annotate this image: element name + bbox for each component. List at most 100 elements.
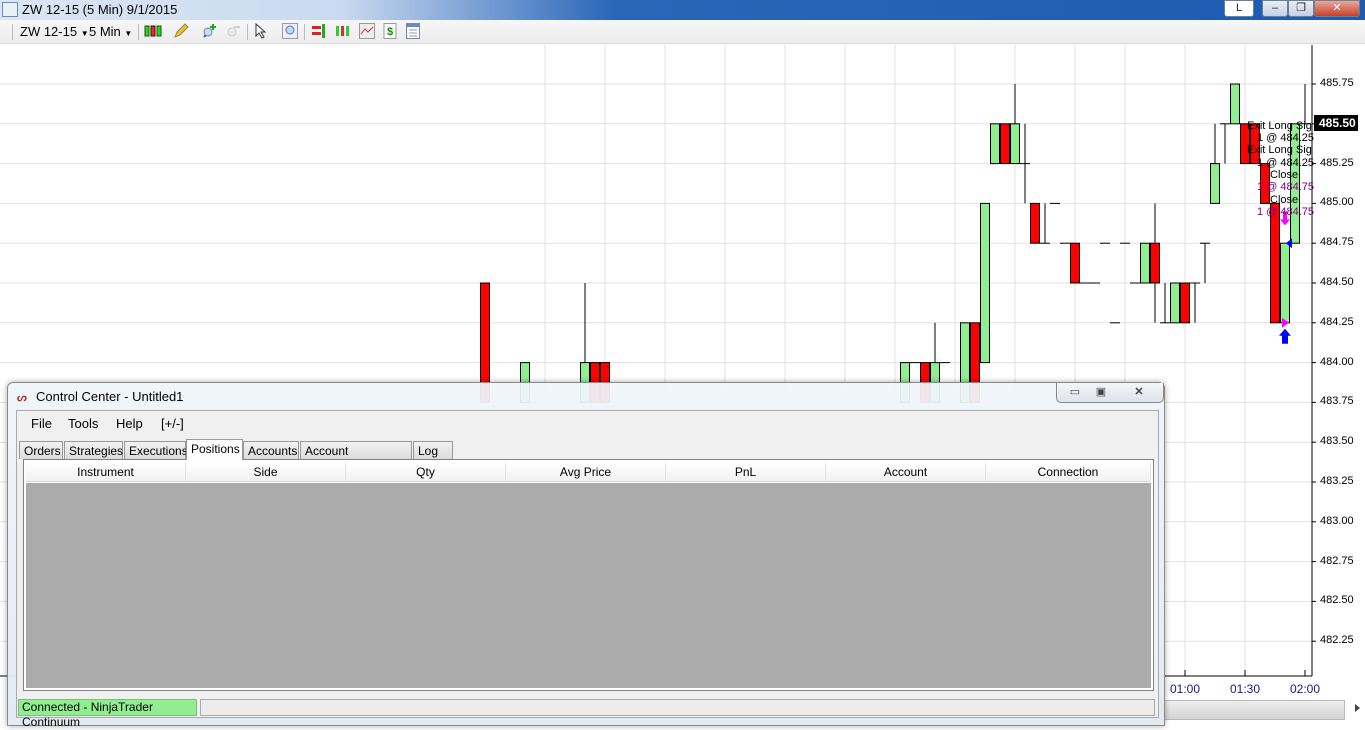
y-axis-label: 484.75 (1320, 236, 1354, 249)
svg-text:$: $ (387, 26, 393, 38)
chart-toolbar: ZW 12-15 ▼ 5 Min ▼ $ (0, 20, 1365, 44)
toolbar-divider (12, 24, 13, 40)
tab-account-performance[interactable]: Account Performance (300, 441, 412, 472)
toolbar-divider (304, 24, 305, 40)
tab-executions[interactable]: Executions (124, 441, 188, 459)
candle-up (1230, 83, 1240, 125)
window-controls: ▭ ▣ ✕ (1056, 383, 1164, 403)
tab-orders[interactable]: Orders (19, 441, 63, 459)
scroll-right-arrow-icon[interactable] (1355, 704, 1360, 712)
layout-button[interactable]: L (1224, 0, 1254, 17)
zoom-out-icon[interactable] (225, 23, 241, 39)
candle-down (1070, 242, 1080, 284)
x-axis-label: 01:30 (1230, 682, 1261, 696)
indicators-icon[interactable] (359, 23, 375, 39)
tab-strategies[interactable]: Strategies (64, 441, 123, 459)
zoom-in-icon[interactable] (201, 23, 217, 39)
positions-grid: Instrument Side Qty Avg Price PnL Accoun… (23, 459, 1154, 691)
execution-label: Exit Long Sig (1247, 144, 1312, 156)
column-instrument[interactable]: Instrument (26, 462, 186, 482)
y-axis-label: 483.50 (1320, 435, 1354, 448)
y-axis-label: 482.75 (1320, 554, 1354, 567)
entry-arrow-up-icon (1279, 328, 1291, 344)
window-titlebar: ZW 12-15 (5 Min) 9/1/2015 L – ❐ ✕ (0, 0, 1365, 20)
tab-accounts[interactable]: Accounts (243, 441, 299, 459)
chart-horizontal-scrollbar[interactable] (1160, 700, 1345, 720)
candle-down (1030, 202, 1040, 244)
menu-file[interactable]: File (31, 416, 52, 431)
column-side[interactable]: Side (186, 462, 346, 482)
control-center-title: Control Center - Untitled1 (36, 389, 184, 404)
chevron-down-icon: ▼ (80, 29, 89, 38)
grid-header: Instrument Side Qty Avg Price PnL Accoun… (26, 462, 1151, 482)
y-axis-label: 484.50 (1320, 276, 1354, 288)
execution-label: Close (1270, 194, 1299, 206)
candle-down (1150, 242, 1160, 284)
pencil-draw-icon[interactable] (173, 23, 189, 39)
tab-log[interactable]: Log (413, 441, 453, 459)
maximize-button[interactable]: ❐ (1288, 0, 1314, 17)
menu-toggle[interactable]: [+/-] (161, 416, 184, 431)
chevron-down-icon: ▼ (124, 29, 133, 38)
y-axis-label: 484.25 (1320, 315, 1354, 328)
grid-body-empty[interactable] (26, 483, 1151, 688)
candle-up (1010, 123, 1020, 165)
execution-label: 1 @ 484.25 (1257, 157, 1315, 169)
strategy-dollar-icon[interactable]: $ (382, 23, 398, 39)
candle-down (1270, 202, 1280, 324)
minimize-button[interactable]: ▭ (1063, 385, 1087, 398)
execution-label: Close (1270, 169, 1299, 181)
last-price-marker: 485.50 (1314, 115, 1358, 131)
connection-status: Connected - NinjaTrader Continuum (18, 699, 197, 729)
interval-selector[interactable]: 5 Min ▼ (89, 24, 132, 39)
y-axis-label: 484.00 (1320, 355, 1354, 368)
chart-app-icon (2, 2, 18, 17)
interval-label: 5 Min (89, 24, 121, 39)
minimize-button[interactable]: – (1262, 0, 1288, 17)
y-axis-label: 482.50 (1320, 594, 1354, 607)
y-axis-label: 483.00 (1320, 514, 1354, 527)
control-center-window: ᔕ Control Center - Untitled1 ▭ ▣ ✕ File … (7, 382, 1165, 729)
cursor-pointer-icon[interactable] (254, 22, 270, 39)
candle-up (990, 123, 1000, 165)
magnify-icon[interactable] (282, 23, 298, 39)
column-pnl[interactable]: PnL (666, 462, 826, 482)
properties-icon[interactable] (405, 23, 421, 39)
candle-down (1180, 282, 1190, 324)
column-avg-price[interactable]: Avg Price (506, 462, 666, 482)
y-axis-label: 485.25 (1320, 156, 1354, 169)
y-axis-label: 485.75 (1320, 77, 1354, 89)
tab-positions[interactable]: Positions (186, 439, 243, 460)
candle-up (1280, 242, 1290, 324)
column-qty[interactable]: Qty (346, 462, 506, 482)
close-button[interactable]: ✕ (1119, 385, 1159, 398)
candle-up (980, 202, 990, 364)
candle-down (1000, 123, 1010, 165)
x-axis-label: 01:00 (1170, 682, 1201, 696)
execution-label: 1 @ 484.75 (1257, 181, 1315, 193)
menu-bar: File Tools Help [+/-] (17, 411, 1158, 433)
instrument-selector[interactable]: ZW 12-15 ▼ (20, 24, 89, 39)
candle-up (1210, 163, 1220, 204)
menu-help[interactable]: Help (116, 416, 143, 431)
toolbar-divider (138, 24, 139, 40)
bars-icon[interactable] (335, 23, 351, 39)
y-axis-label: 483.75 (1320, 395, 1354, 408)
instrument-label: ZW 12-15 (20, 24, 78, 39)
status-bar: Connected - NinjaTrader Continuum (17, 696, 1158, 729)
y-axis-label: 482.25 (1320, 634, 1354, 647)
x-axis-label: 02:00 (1290, 682, 1321, 696)
execution-label: Exit Long Sig (1247, 120, 1312, 132)
candlestick-style-icon[interactable] (144, 23, 162, 39)
control-center-client: File Tools Help [+/-] Orders Strategies … (16, 410, 1159, 729)
toolbar-divider (247, 24, 248, 40)
ninjatrader-logo-icon: ᔕ (17, 392, 27, 404)
menu-tools[interactable]: Tools (68, 416, 98, 431)
column-account[interactable]: Account (826, 462, 986, 482)
y-axis-label: 483.25 (1320, 475, 1354, 487)
close-button[interactable]: ✕ (1314, 0, 1360, 17)
maximize-button[interactable]: ▣ (1089, 385, 1113, 398)
status-panel (200, 699, 1155, 716)
column-connection[interactable]: Connection (986, 462, 1151, 482)
order-entry-icon[interactable] (311, 23, 327, 39)
